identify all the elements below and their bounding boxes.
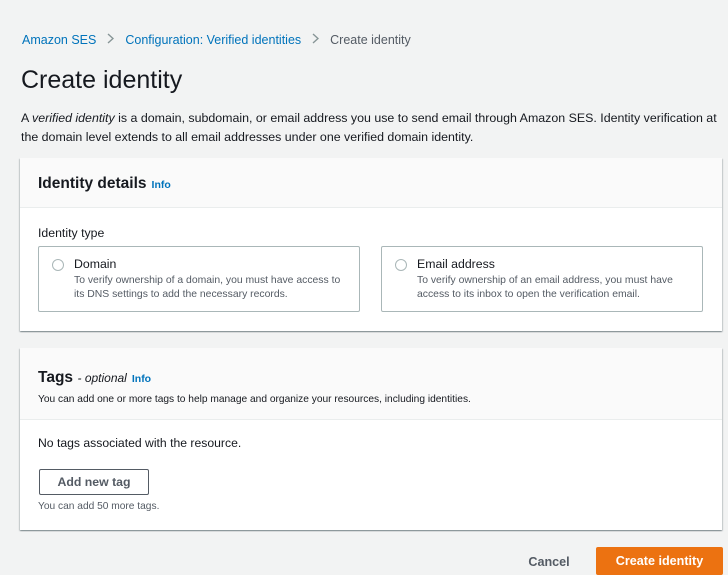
email-option-description: To verify ownership of an email address,… bbox=[417, 275, 673, 300]
tags-optional-label: - optional bbox=[77, 371, 127, 385]
breadcrumb-link-verified-identities[interactable]: Configuration: Verified identities bbox=[125, 33, 301, 47]
tags-title: Tags bbox=[38, 369, 74, 386]
identity-details-info-link[interactable]: Info bbox=[152, 179, 171, 191]
tags-panel: Tags - optional Info You can add one or m… bbox=[20, 348, 722, 530]
chevron-right-icon bbox=[107, 32, 115, 47]
description-text: is a domain, subdomain, or email address… bbox=[21, 111, 717, 144]
tags-description: You can add one or more tags to help man… bbox=[38, 394, 471, 405]
domain-radio[interactable] bbox=[52, 259, 64, 271]
identity-type-domain-option[interactable]: Domain To verify ownership of a domain, … bbox=[38, 246, 360, 312]
identity-details-title: Identity details bbox=[38, 175, 147, 192]
identity-details-panel: Identity details Info Identity type Domai… bbox=[20, 158, 722, 331]
description-prefix: A bbox=[21, 111, 33, 125]
identity-type-label: Identity type bbox=[38, 226, 105, 240]
description-emphasis: verified identity bbox=[32, 111, 115, 125]
chevron-right-icon bbox=[312, 32, 320, 47]
tags-header: Tags - optional Info You can add one or m… bbox=[20, 348, 722, 420]
cancel-button[interactable]: Cancel bbox=[517, 549, 581, 575]
add-new-tag-button[interactable]: Add new tag bbox=[39, 469, 149, 495]
page-title: Create identity bbox=[21, 66, 183, 94]
page-description: A verified identity is a domain, subdoma… bbox=[21, 109, 721, 147]
breadcrumb-current: Create identity bbox=[330, 32, 411, 47]
identity-type-email-option[interactable]: Email address To verify ownership of an … bbox=[381, 246, 703, 312]
domain-option-label: Domain bbox=[74, 257, 117, 271]
identity-details-header: Identity details Info bbox=[20, 158, 722, 208]
domain-option-description: To verify ownership of a domain, you mus… bbox=[74, 275, 341, 300]
tags-limit-text: You can add 50 more tags. bbox=[38, 501, 160, 512]
breadcrumb: Amazon SES Configuration: Verified ident… bbox=[22, 32, 411, 47]
email-option-label: Email address bbox=[417, 257, 495, 271]
breadcrumb-link-amazon-ses[interactable]: Amazon SES bbox=[22, 33, 96, 47]
create-identity-button[interactable]: Create identity bbox=[596, 547, 723, 575]
no-tags-message: No tags associated with the resource. bbox=[38, 436, 242, 450]
tags-info-link[interactable]: Info bbox=[132, 373, 151, 385]
email-radio[interactable] bbox=[395, 259, 407, 271]
